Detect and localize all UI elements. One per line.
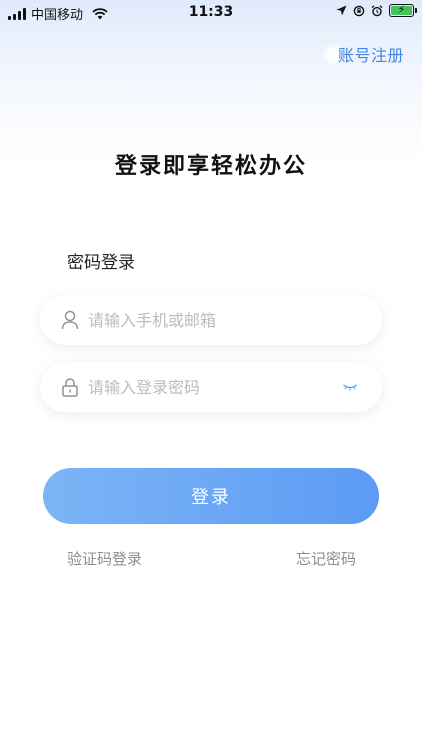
rotation-lock-icon xyxy=(353,5,365,16)
status-right: ⚡ xyxy=(336,3,417,17)
forgot-password-link[interactable]: 忘记密码 xyxy=(296,548,356,569)
page-title: 登录即享轻松办公 xyxy=(114,154,307,179)
alarm-icon xyxy=(371,4,383,16)
register-link[interactable]: 账号注册 xyxy=(321,42,404,66)
account-field[interactable] xyxy=(40,295,382,345)
login-screen: 中国移动 11:33 ⚡ 账号注册 登录即享轻松办公 密码登录 请输入手机或邮箱… xyxy=(0,0,422,750)
password-input[interactable] xyxy=(88,377,328,397)
account-input[interactable] xyxy=(88,310,328,330)
eye-closed-icon[interactable] xyxy=(342,380,358,394)
sms-login-link[interactable]: 验证码登录 xyxy=(67,548,142,569)
register-label: 账号注册 xyxy=(337,46,404,65)
password-field[interactable] xyxy=(40,362,382,412)
login-method-label: 密码登录 xyxy=(67,253,135,273)
battery-icon: ⚡ xyxy=(389,3,417,17)
location-icon xyxy=(336,5,347,16)
status-bar: 中国移动 11:33 ⚡ xyxy=(0,0,422,26)
login-button[interactable]: 登录 xyxy=(43,468,379,524)
lock-icon xyxy=(60,377,80,397)
user-icon xyxy=(60,310,80,330)
